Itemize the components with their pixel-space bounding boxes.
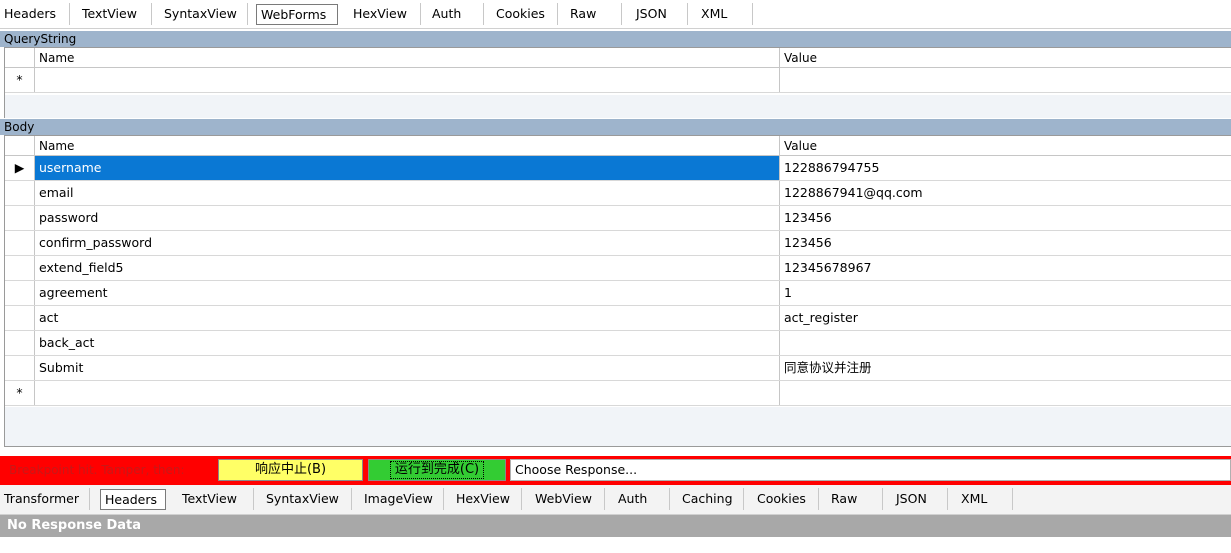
name-cell[interactable]: confirm_password	[35, 231, 780, 255]
name-cell[interactable]: extend_field5	[35, 256, 780, 280]
value-cell[interactable]: act_register	[780, 306, 1231, 330]
table-row[interactable]: back_act	[5, 331, 1231, 356]
request-tab-strip: Headers TextView SyntaxView WebForms Hex…	[0, 0, 1231, 29]
row-selector[interactable]	[5, 256, 35, 280]
no-response-banner: No Response Data	[0, 515, 1231, 537]
new-row[interactable]: *	[5, 68, 1231, 93]
querystring-empty-area	[4, 95, 1231, 118]
table-row[interactable]: act act_register	[5, 306, 1231, 331]
table-row[interactable]: Submit 同意协议并注册	[5, 356, 1231, 381]
tab-hexview[interactable]: HexView	[349, 3, 421, 25]
name-cell[interactable]: act	[35, 306, 780, 330]
new-row-marker: *	[5, 68, 35, 92]
row-selector[interactable]	[5, 281, 35, 305]
tab-cookies[interactable]: Cookies	[492, 3, 558, 25]
row-selector[interactable]	[5, 206, 35, 230]
tab-headers[interactable]: Headers	[100, 489, 166, 510]
tab-textview[interactable]: TextView	[178, 488, 254, 510]
new-row-name-cell[interactable]	[35, 381, 780, 405]
name-cell[interactable]: agreement	[35, 281, 780, 305]
tab-textview[interactable]: TextView	[78, 3, 152, 25]
value-cell[interactable]: 同意协议并注册	[780, 356, 1231, 380]
run-to-completion-button[interactable]: 运行到完成(C)	[368, 459, 506, 481]
breakpoint-bar: Breakpoint hit. Tamper, then: 响应中止(B) 运行…	[0, 456, 1231, 485]
row-selector[interactable]	[5, 181, 35, 205]
querystring-header: Name Value	[5, 48, 1231, 68]
body-title: Body	[0, 119, 1231, 135]
tab-caching[interactable]: Caching	[678, 488, 744, 510]
name-cell[interactable]: password	[35, 206, 780, 230]
tab-hexview[interactable]: HexView	[452, 488, 522, 510]
value-cell[interactable]: 1	[780, 281, 1231, 305]
tab-raw[interactable]: Raw	[566, 3, 622, 25]
table-row[interactable]: email 1228867941@qq.com	[5, 181, 1231, 206]
new-row-name-cell[interactable]	[35, 68, 780, 92]
response-body-area	[0, 537, 1231, 553]
name-cell[interactable]: back_act	[35, 331, 780, 355]
tab-xml[interactable]: XML	[697, 3, 753, 25]
table-row[interactable]: agreement 1	[5, 281, 1231, 306]
run-to-completion-label: 运行到完成(C)	[389, 461, 485, 479]
body-header: Name Value	[5, 136, 1231, 156]
breakpoint-label: Breakpoint hit. Tamper, then:	[9, 463, 185, 477]
tab-syntaxview[interactable]: SyntaxView	[262, 488, 352, 510]
body-empty-area	[4, 407, 1231, 447]
tab-raw[interactable]: Raw	[827, 488, 883, 510]
new-row[interactable]: *	[5, 381, 1231, 406]
row-selector[interactable]	[5, 231, 35, 255]
value-cell[interactable]: 123456	[780, 231, 1231, 255]
table-row[interactable]: extend_field5 12345678967	[5, 256, 1231, 281]
table-row[interactable]: password 123456	[5, 206, 1231, 231]
row-selector[interactable]	[5, 306, 35, 330]
current-row-arrow-icon: ▶	[5, 156, 35, 180]
querystring-title: QueryString	[0, 31, 1231, 47]
tab-imageview[interactable]: ImageView	[360, 488, 444, 510]
choose-response-dropdown[interactable]: Choose Response...	[510, 459, 1231, 481]
tab-webforms[interactable]: WebForms	[256, 4, 338, 25]
value-column-header[interactable]: Value	[780, 136, 1231, 155]
new-row-marker: *	[5, 381, 35, 405]
value-cell[interactable]: 123456	[780, 206, 1231, 230]
row-selector[interactable]	[5, 356, 35, 380]
row-selector[interactable]	[5, 331, 35, 355]
tab-headers[interactable]: Headers	[0, 3, 70, 25]
break-on-response-button[interactable]: 响应中止(B)	[218, 459, 363, 481]
body-grid: Name Value ▶ username 122886794755 email…	[4, 135, 1231, 407]
tab-transformer[interactable]: Transformer	[0, 488, 90, 510]
tab-auth[interactable]: Auth	[428, 3, 484, 25]
response-tab-strip: Transformer Headers TextView SyntaxView …	[0, 485, 1231, 515]
table-row[interactable]: ▶ username 122886794755	[5, 156, 1231, 181]
new-row-value-cell[interactable]	[780, 381, 1231, 405]
value-cell[interactable]: 122886794755	[780, 156, 1231, 180]
value-column-header[interactable]: Value	[780, 48, 1231, 67]
value-cell[interactable]	[780, 331, 1231, 355]
name-cell[interactable]: Submit	[35, 356, 780, 380]
tab-xml[interactable]: XML	[957, 488, 1013, 510]
name-cell[interactable]: username	[35, 156, 780, 180]
tab-json[interactable]: JSON	[892, 488, 948, 510]
value-cell[interactable]: 12345678967	[780, 256, 1231, 280]
querystring-grid: Name Value *	[4, 47, 1231, 95]
tab-json[interactable]: JSON	[632, 3, 688, 25]
name-column-header[interactable]: Name	[35, 136, 780, 155]
tab-cookies[interactable]: Cookies	[753, 488, 819, 510]
tab-syntaxview[interactable]: SyntaxView	[160, 3, 248, 25]
row-selector-header	[5, 48, 35, 67]
table-row[interactable]: confirm_password 123456	[5, 231, 1231, 256]
name-column-header[interactable]: Name	[35, 48, 780, 67]
tab-auth[interactable]: Auth	[614, 488, 670, 510]
tab-webview[interactable]: WebView	[531, 488, 605, 510]
row-selector-header	[5, 136, 35, 155]
name-cell[interactable]: email	[35, 181, 780, 205]
new-row-value-cell[interactable]	[780, 68, 1231, 92]
value-cell[interactable]: 1228867941@qq.com	[780, 181, 1231, 205]
